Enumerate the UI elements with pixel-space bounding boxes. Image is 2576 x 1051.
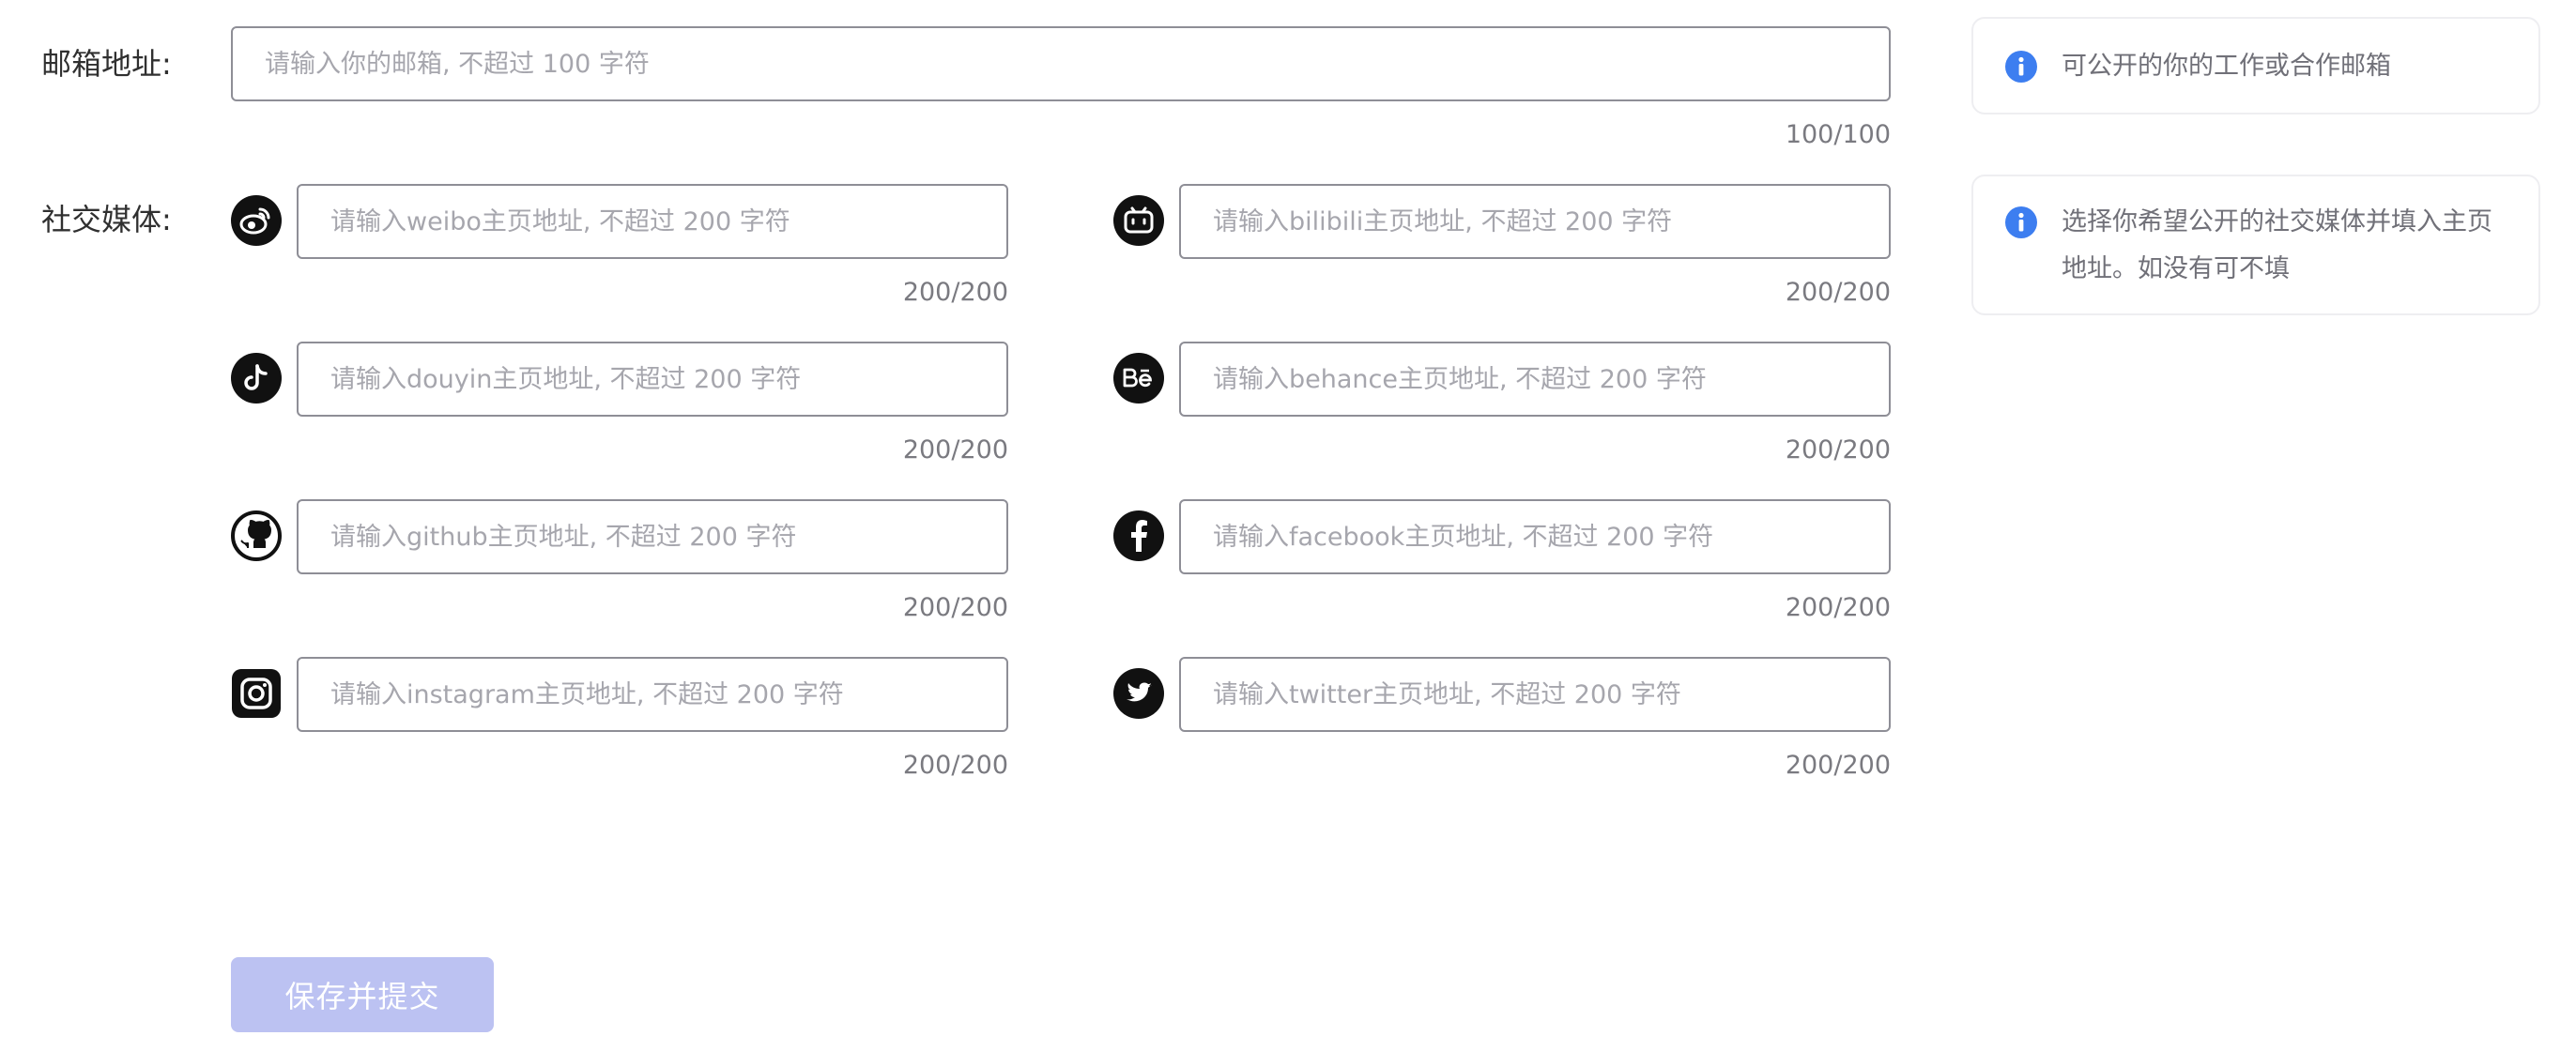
instagram-icon xyxy=(231,668,282,719)
email-info-text: 可公开的你的工作或合作邮箱 xyxy=(2062,52,2391,81)
douyin-url-input[interactable] xyxy=(297,342,1008,417)
github-char-counter: 200/200 xyxy=(902,593,1008,622)
bilibili-url-input[interactable] xyxy=(1179,184,1891,259)
social-media-label: 社交媒体: xyxy=(41,202,172,237)
twitter-icon xyxy=(1113,668,1164,719)
email-label: 邮箱地址: xyxy=(41,46,172,82)
weibo-char-counter: 200/200 xyxy=(902,278,1008,307)
twitter-url-input[interactable] xyxy=(1179,657,1891,732)
save-and-submit-button[interactable]: 保存并提交 xyxy=(231,957,494,1032)
behance-icon xyxy=(1113,353,1164,404)
bilibili-char-counter: 200/200 xyxy=(1785,278,1891,307)
profile-contact-form: 邮箱地址: 100/100 可公开的你的工作或合作邮箱 社交媒体: 选择你希望公… xyxy=(0,0,2576,1051)
email-input[interactable] xyxy=(231,26,1891,101)
github-url-input[interactable] xyxy=(297,499,1008,574)
weibo-icon xyxy=(231,195,282,246)
social-info-card: 选择你希望公开的社交媒体并填入主页地址。如没有可不填 xyxy=(1971,175,2540,315)
douyin-char-counter: 200/200 xyxy=(902,435,1008,465)
behance-url-input[interactable] xyxy=(1179,342,1891,417)
behance-char-counter: 200/200 xyxy=(1785,435,1891,465)
bilibili-icon xyxy=(1113,195,1164,246)
social-info-text: 选择你希望公开的社交媒体并填入主页地址。如没有可不填 xyxy=(2062,207,2492,283)
twitter-char-counter: 200/200 xyxy=(1785,751,1891,780)
douyin-icon xyxy=(231,353,282,404)
email-info-card: 可公开的你的工作或合作邮箱 xyxy=(1971,17,2540,114)
email-char-counter: 100/100 xyxy=(1785,120,1891,149)
facebook-icon xyxy=(1113,510,1164,561)
instagram-char-counter: 200/200 xyxy=(902,751,1008,780)
info-icon xyxy=(2005,206,2037,238)
instagram-url-input[interactable] xyxy=(297,657,1008,732)
github-icon xyxy=(231,510,282,561)
facebook-char-counter: 200/200 xyxy=(1785,593,1891,622)
weibo-url-input[interactable] xyxy=(297,184,1008,259)
info-icon xyxy=(2005,51,2037,83)
facebook-url-input[interactable] xyxy=(1179,499,1891,574)
